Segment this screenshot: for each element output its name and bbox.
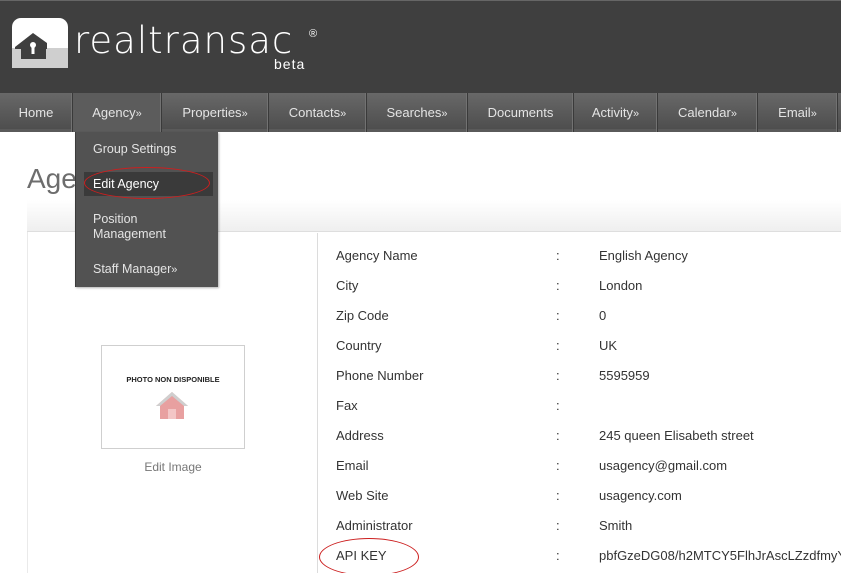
menu-item-position-management[interactable]: Position Management: [76, 212, 196, 244]
detail-separator: :: [556, 248, 560, 263]
nav-arrow-icon: »: [633, 108, 640, 120]
menu-item-label: Position Management: [93, 212, 166, 241]
brand-name: realtransac: [74, 19, 294, 62]
api-key-highlight: [319, 538, 419, 573]
nav-arrow-icon: »: [135, 108, 142, 120]
column-divider: [317, 233, 318, 573]
nav-arrow-icon: »: [241, 108, 248, 120]
api-key-value: pbfGzeDG08/h2MTCY5FlhJrAscLZzdfmyY: [599, 548, 841, 563]
registered-mark: ®: [309, 28, 318, 40]
detail-label: Zip Code: [336, 308, 389, 323]
detail-separator: :: [556, 338, 560, 353]
detail-row-agency-name: Agency Name: English Agency: [336, 248, 841, 270]
agency-dropdown-menu: Group Settings Edit Agency Position Mana…: [75, 132, 218, 287]
detail-row-zip-code: Zip Code: 0: [336, 308, 841, 330]
detail-value: Smith: [599, 518, 633, 533]
detail-separator: :: [556, 308, 560, 323]
menu-item-label: Staff Manager: [93, 262, 172, 276]
nav-email[interactable]: Email»: [758, 93, 838, 132]
menu-arrow-icon: »: [171, 264, 178, 276]
detail-separator: :: [556, 548, 560, 563]
nav-calendar[interactable]: Calendar»: [658, 93, 758, 132]
nav-label: Email: [778, 105, 811, 120]
main-nav: Home Agency» Properties» Contacts» Searc…: [0, 93, 841, 132]
detail-separator: :: [556, 398, 560, 413]
detail-separator: :: [556, 458, 560, 473]
house-logo-icon[interactable]: [12, 18, 68, 68]
detail-value: UK: [599, 338, 618, 353]
nav-label: Home: [18, 105, 54, 120]
nav-properties[interactable]: Properties»: [162, 93, 269, 132]
detail-value: London: [599, 278, 643, 293]
nav-home[interactable]: Home: [0, 93, 73, 132]
detail-separator: :: [556, 278, 560, 293]
nav-label: Calendar: [678, 105, 731, 120]
nav-arrow-icon: »: [340, 108, 347, 120]
detail-label: Email: [336, 458, 369, 473]
nav-label: Searches: [386, 105, 442, 120]
detail-row-phone-number: Phone Number: 5595959: [336, 368, 841, 390]
detail-value: usagency.com: [599, 488, 682, 503]
agency-photo-placeholder: PHOTO NON DISPONIBLE: [101, 345, 245, 449]
detail-row-web-site: Web Site: usagency.com: [336, 488, 841, 510]
detail-label: Fax: [336, 398, 358, 413]
detail-value: 0: [599, 308, 607, 323]
detail-row-city: City: London: [336, 278, 841, 300]
nav-documents[interactable]: Documents: [468, 93, 574, 132]
detail-separator: :: [556, 368, 560, 383]
menu-item-group-settings[interactable]: Group Settings: [76, 142, 219, 158]
detail-value: 5595959: [599, 368, 650, 383]
nav-activity[interactable]: Activity»: [574, 93, 658, 132]
nav-label: Contacts: [288, 105, 341, 120]
nav-agency[interactable]: Agency»: [73, 93, 162, 132]
nav-label: Properties: [182, 105, 242, 120]
detail-row-administrator: Administrator: Smith: [336, 518, 841, 540]
detail-label: City: [336, 278, 359, 293]
detail-separator: :: [556, 428, 560, 443]
house-placeholder-icon: [156, 392, 188, 419]
nav-label: Activity: [591, 105, 634, 120]
menu-item-staff-manager[interactable]: Staff Manager»: [76, 262, 219, 278]
detail-row-fax: Fax:: [336, 398, 841, 420]
detail-label: Agency Name: [336, 248, 418, 263]
nav-arrow-icon: »: [810, 108, 817, 120]
photo-placeholder-text: PHOTO NON DISPONIBLE: [126, 375, 220, 384]
detail-label: Country: [336, 338, 382, 353]
detail-label: Web Site: [336, 488, 389, 503]
nav-arrow-icon: »: [441, 108, 448, 120]
nav-label: Documents: [487, 105, 554, 120]
detail-row-email: Email: usagency@gmail.com: [336, 458, 841, 480]
beta-label: beta: [274, 56, 306, 72]
menu-item-label: Group Settings: [93, 142, 177, 156]
app-header: realtransac ® beta: [0, 0, 841, 93]
detail-row-address: Address: 245 queen Elisabeth street: [336, 428, 841, 450]
edit-image-link[interactable]: Edit Image: [101, 460, 245, 474]
detail-separator: :: [556, 488, 560, 503]
nav-label: Agency: [92, 105, 136, 120]
detail-row-country: Country: UK: [336, 338, 841, 360]
detail-value: usagency@gmail.com: [599, 458, 728, 473]
detail-label: Address: [336, 428, 384, 443]
detail-label: Administrator: [336, 518, 413, 533]
detail-value: English Agency: [599, 248, 688, 263]
detail-separator: :: [556, 518, 560, 533]
nav-arrow-icon: »: [730, 108, 737, 120]
edit-agency-highlight: [84, 167, 210, 199]
nav-searches[interactable]: Searches»: [367, 93, 468, 132]
detail-value: 245 queen Elisabeth street: [599, 428, 754, 443]
nav-contacts[interactable]: Contacts»: [269, 93, 367, 132]
detail-label: Phone Number: [336, 368, 424, 383]
